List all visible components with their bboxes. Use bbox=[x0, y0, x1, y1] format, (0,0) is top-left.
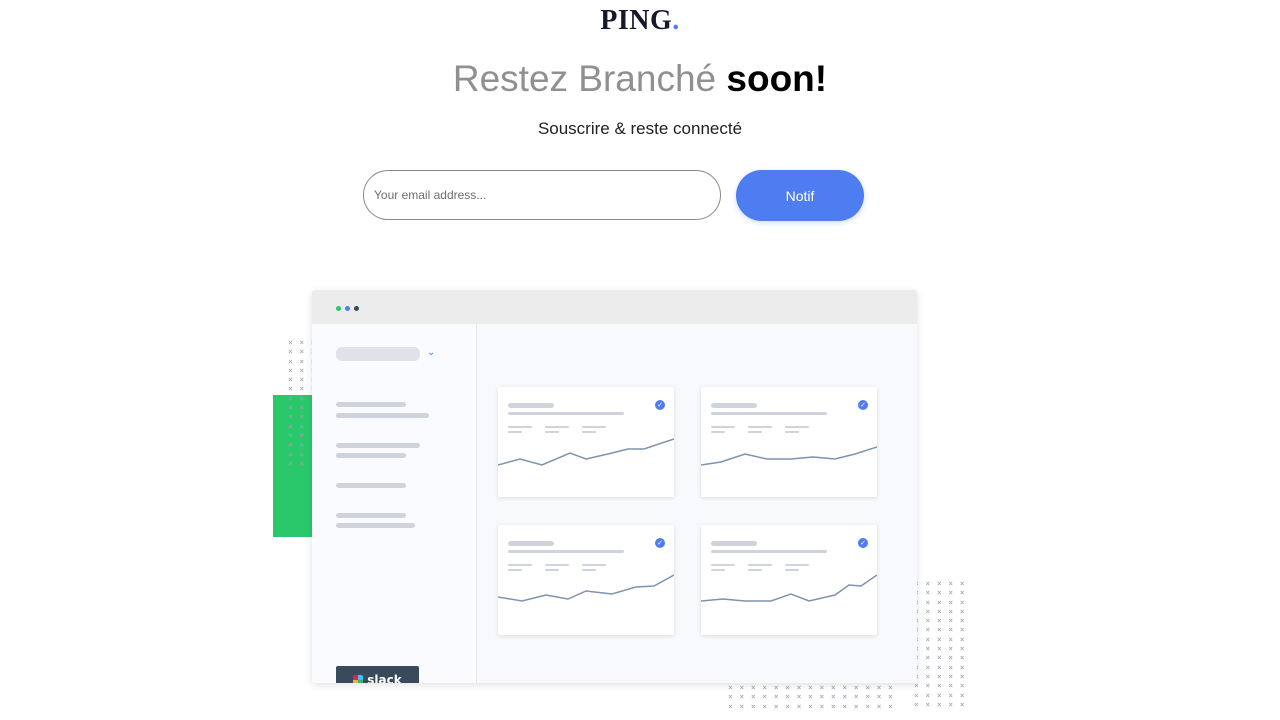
chart-card: ✓ bbox=[701, 387, 877, 497]
x-pattern-right: × × × × × × × × × × × × × × × × × × × × … bbox=[914, 579, 966, 709]
slack-label: slack bbox=[367, 673, 402, 683]
browser-window: ⌄ slack ✓ ✓ ✓ ✓ bbox=[312, 290, 917, 683]
chart-card: ✓ bbox=[498, 387, 674, 497]
sidebar-line bbox=[336, 513, 406, 518]
check-icon: ✓ bbox=[858, 400, 868, 410]
check-icon: ✓ bbox=[655, 538, 665, 548]
brand-name: PING bbox=[600, 5, 673, 36]
headline-bold: soon! bbox=[726, 58, 828, 99]
check-icon: ✓ bbox=[655, 400, 665, 410]
slack-icon bbox=[353, 675, 364, 683]
sidebar-line bbox=[336, 413, 429, 418]
dashboard-illustration: × × × × × × × × × × × × × × × × × × × × … bbox=[0, 0, 1280, 720]
brand-dot: . bbox=[672, 5, 680, 36]
sidebar-line bbox=[336, 402, 406, 407]
sidebar-line bbox=[336, 483, 406, 488]
email-input[interactable] bbox=[363, 170, 721, 220]
x-pattern-bottom: × × × × × × × × × × × × × × × × × × × × … bbox=[728, 683, 894, 711]
sidebar-line bbox=[336, 453, 406, 458]
notify-button[interactable]: Notif bbox=[736, 170, 864, 221]
sidebar-line bbox=[336, 523, 415, 528]
green-accent-block bbox=[273, 395, 315, 537]
browser-titlebar bbox=[312, 290, 917, 324]
slack-logo: slack bbox=[336, 666, 419, 683]
window-dot-dark bbox=[354, 306, 359, 311]
subtitle: Souscrire & reste connecté bbox=[537, 119, 743, 138]
x-pattern-left: × × × × × × × × × × × × × × × × × × × × … bbox=[288, 338, 317, 468]
chart-card: ✓ bbox=[498, 525, 674, 635]
chevron-down-icon: ⌄ bbox=[427, 347, 436, 358]
window-dot-blue bbox=[345, 306, 350, 311]
window-dot-green bbox=[336, 306, 341, 311]
page-title: Restez Branché soon! bbox=[0, 58, 1280, 100]
sidebar-dropdown bbox=[336, 347, 420, 361]
brand-logo: PING. bbox=[0, 5, 1280, 37]
sidebar-line bbox=[336, 443, 420, 448]
sidebar: ⌄ slack bbox=[312, 324, 477, 683]
headline-light: Restez Branché bbox=[452, 58, 717, 99]
check-icon: ✓ bbox=[858, 538, 868, 548]
chart-card: ✓ bbox=[701, 525, 877, 635]
